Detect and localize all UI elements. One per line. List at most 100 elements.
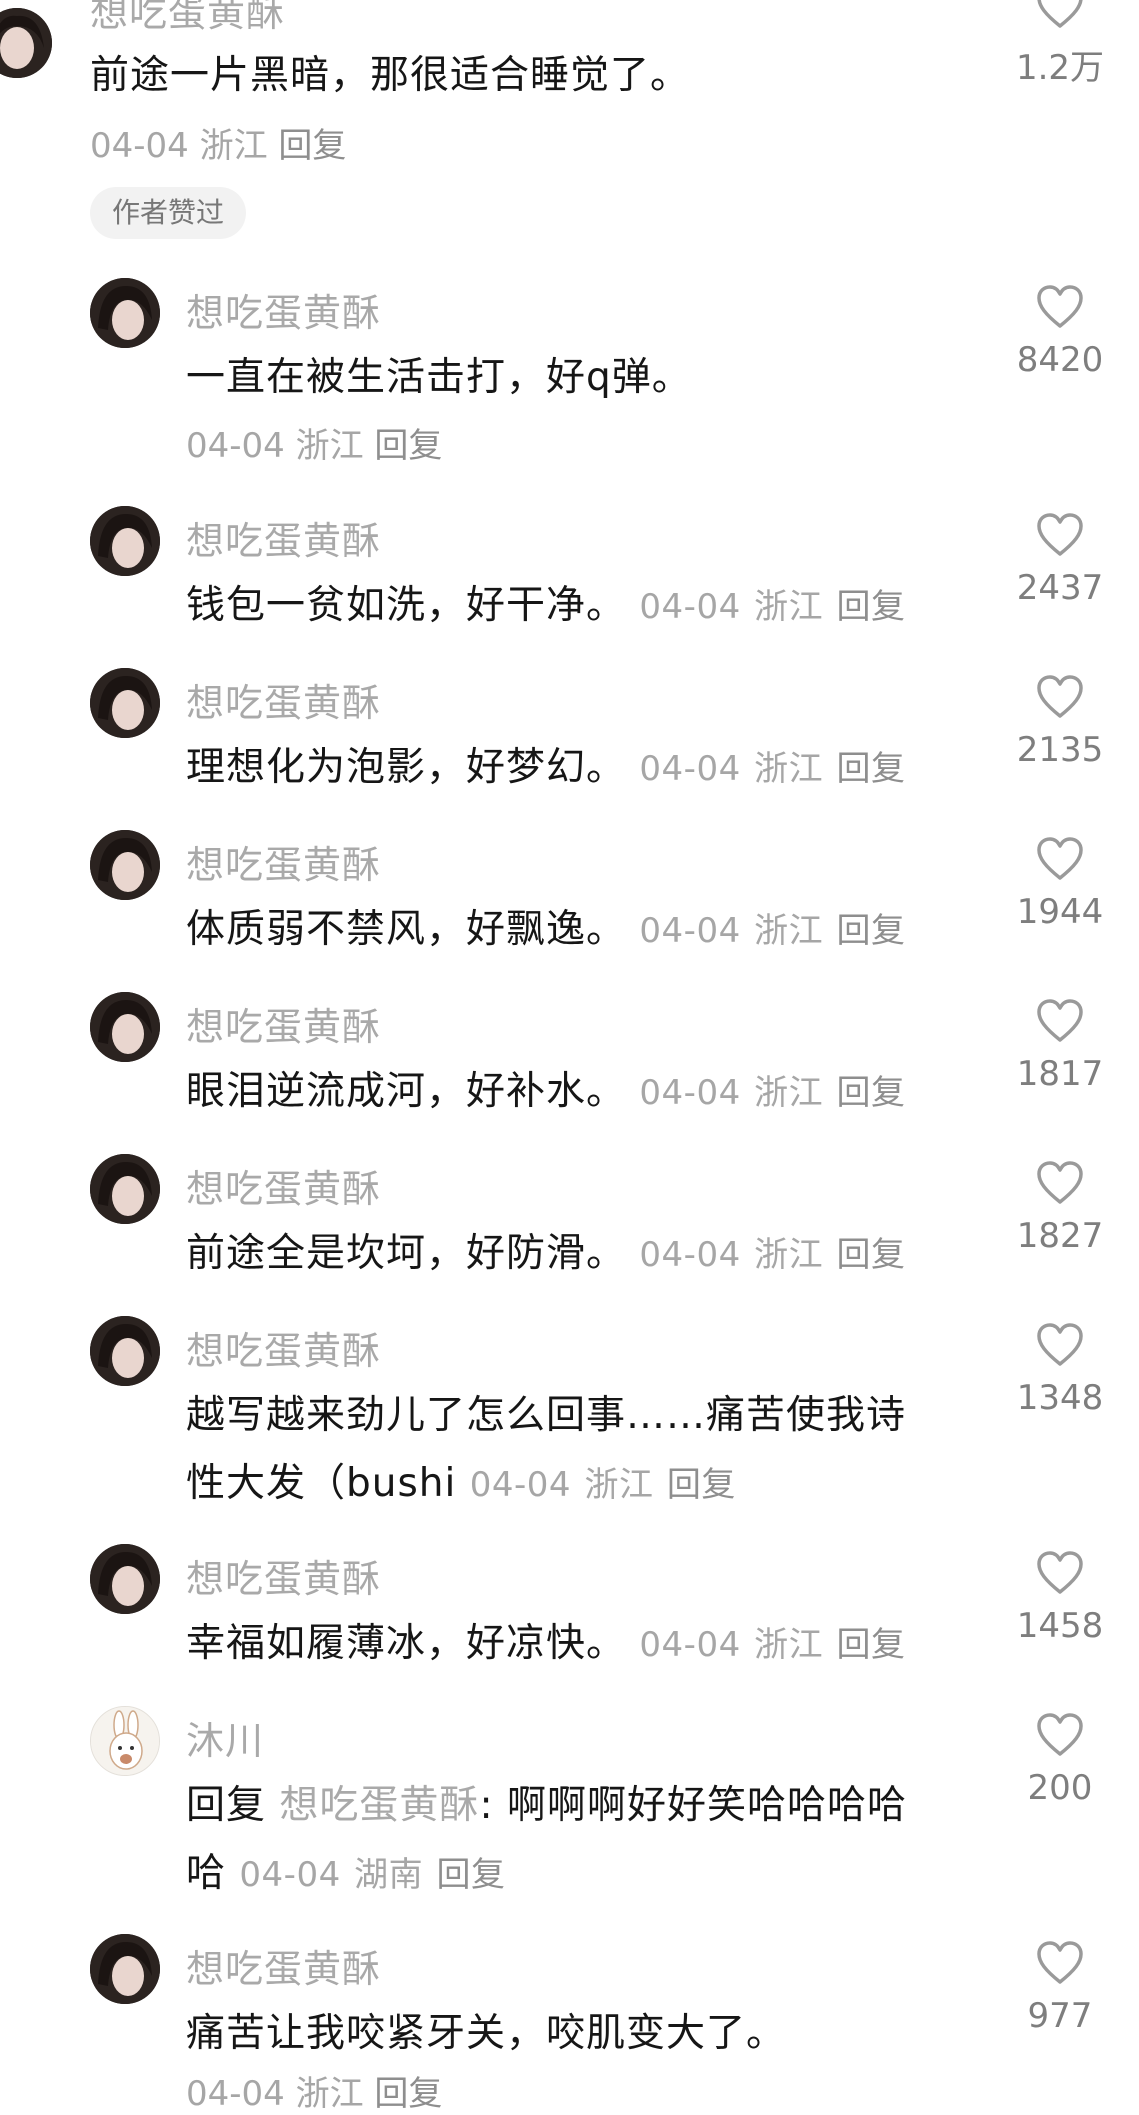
avatar[interactable] (90, 506, 160, 576)
heart-outline-icon (1037, 513, 1083, 556)
comment-date: 04-04 (639, 1625, 741, 1665)
reply-link[interactable]: 回复 (837, 1625, 906, 1665)
comment-text: 前途全是坎坷，好防滑。 04-04 浙江 回复 (186, 1222, 906, 1278)
comment-body: 体质弱不禁风，好飘逸。 (186, 907, 627, 952)
heart-outline-icon (1037, 837, 1083, 880)
reply-link[interactable]: 回复 (278, 126, 346, 166)
reply-link[interactable]: 回复 (837, 749, 906, 789)
like-count: 1.2万 (1015, 48, 1105, 88)
like-count: 1827 (1016, 1216, 1104, 1256)
comment-region: 浙江 (754, 1625, 824, 1665)
like-count: 1458 (1016, 1606, 1104, 1646)
avatar[interactable] (90, 1934, 160, 2004)
avatar[interactable] (0, 8, 52, 78)
reply-prefix: 回复 (186, 1783, 267, 1828)
like-button[interactable]: 8420 (995, 284, 1125, 380)
reply-link[interactable]: 回复 (437, 1855, 506, 1895)
comment-username[interactable]: 想吃蛋黄酥 (186, 996, 381, 1051)
comment-text: 越写越来劲儿了怎么回事……痛苦使我诗 (186, 1393, 907, 1438)
reply-link[interactable]: 回复 (837, 1073, 906, 1113)
comment-region: 浙江 (199, 126, 268, 166)
comment-username[interactable]: 想吃蛋黄酥 (186, 1548, 381, 1603)
comment-text: 回复 想吃蛋黄酥: 啊啊啊好好笑哈哈哈哈 (186, 1774, 907, 1830)
like-button[interactable]: 1348 (995, 1322, 1125, 1418)
comment-meta: 04-04 浙江 回复 (90, 118, 346, 167)
reply-link[interactable]: 回复 (667, 1465, 736, 1505)
reply-link[interactable]: 回复 (837, 911, 906, 951)
heart-outline-icon (1037, 1161, 1083, 1204)
like-button[interactable]: 1827 (995, 1160, 1125, 1256)
avatar[interactable] (90, 992, 160, 1062)
like-button[interactable]: 1817 (995, 998, 1125, 1094)
comment-text: 幸福如履薄冰，好凉快。 04-04 浙江 回复 (186, 1612, 906, 1668)
comment-region: 浙江 (584, 1465, 654, 1505)
heart-outline-icon (1037, 0, 1083, 28)
like-button[interactable]: 2437 (995, 512, 1125, 608)
like-button[interactable]: 1944 (995, 836, 1125, 932)
heart-outline-icon (1037, 675, 1083, 718)
reply-link[interactable]: 回复 (837, 587, 906, 627)
comment-text: 一直在被生活击打，好q弹。 (186, 355, 692, 400)
rabbit-avatar (91, 1707, 159, 1775)
avatar[interactable] (90, 1316, 160, 1386)
reply-to-username[interactable]: 想吃蛋黄酥 (279, 1783, 479, 1828)
comment-username[interactable]: 想吃蛋黄酥 (186, 282, 381, 337)
comment-body: 眼泪逆流成河，好补水。 (186, 1069, 627, 1114)
avatar[interactable] (90, 278, 160, 348)
comment-region: 浙江 (295, 426, 364, 466)
comment-text: 钱包一贫如洗，好干净。 04-04 浙江 回复 (186, 574, 906, 630)
like-button[interactable]: 1458 (995, 1550, 1125, 1646)
comment-date: 04-04 (90, 126, 189, 166)
comment-body: 哈 (186, 1851, 227, 1896)
comment-region: 浙江 (754, 911, 824, 951)
comment-region: 浙江 (754, 749, 824, 789)
comment-username[interactable]: 想吃蛋黄酥 (186, 834, 381, 889)
comment-date: 04-04 (639, 911, 741, 951)
reply-link[interactable]: 回复 (837, 1235, 906, 1275)
like-button[interactable]: 2135 (995, 674, 1125, 770)
comment-date: 04-04 (469, 1465, 572, 1505)
comment-body: 钱包一贫如洗，好干净。 (186, 583, 627, 628)
heart-outline-icon (1037, 285, 1083, 328)
comment-username[interactable]: 想吃蛋黄酥 (186, 672, 381, 727)
like-count: 2135 (1016, 730, 1104, 770)
reply-link[interactable]: 回复 (374, 2074, 442, 2114)
like-button[interactable]: 200 (995, 1712, 1125, 1808)
like-count: 8420 (1016, 340, 1104, 380)
comment-username[interactable]: 想吃蛋黄酥 (90, 0, 285, 37)
comment-body: 性大发（bushi (186, 1461, 457, 1506)
comment-text: 眼泪逆流成河，好补水。 04-04 浙江 回复 (186, 1060, 906, 1116)
comment-region: 浙江 (754, 1073, 824, 1113)
comment-username[interactable]: 想吃蛋黄酥 (186, 1158, 381, 1213)
comment-body: 前途全是坎坷，好防滑。 (186, 1231, 627, 1276)
comment-date: 04-04 (186, 426, 285, 466)
comment-region: 浙江 (754, 587, 824, 627)
avatar[interactable] (90, 1706, 160, 1776)
comment-username[interactable]: 想吃蛋黄酥 (186, 1320, 381, 1375)
like-count: 2437 (1016, 568, 1104, 608)
comment-username[interactable]: 沐川 (186, 1710, 264, 1765)
comment-body: 幸福如履薄冰，好凉快。 (186, 1621, 627, 1666)
like-count: 1348 (1016, 1378, 1104, 1418)
comment-region: 湖南 (354, 1855, 424, 1895)
avatar[interactable] (90, 668, 160, 738)
like-button[interactable]: 977 (995, 1940, 1125, 2036)
reply-link[interactable]: 回复 (374, 426, 442, 466)
comment-username[interactable]: 想吃蛋黄酥 (186, 510, 381, 565)
avatar[interactable] (90, 1154, 160, 1224)
comment-username[interactable]: 想吃蛋黄酥 (186, 1938, 381, 1993)
comment-date: 04-04 (639, 749, 741, 789)
comment-body: : 啊啊啊好好笑哈哈哈哈 (479, 1783, 907, 1828)
like-button[interactable]: 1.2万 (995, 0, 1125, 89)
comment-date: 04-04 (639, 587, 741, 627)
comment-date: 04-04 (239, 1855, 341, 1895)
like-count: 200 (1027, 1768, 1093, 1808)
comment-meta: 04-04 浙江 回复 (186, 418, 442, 467)
avatar[interactable] (90, 1544, 160, 1614)
comment-date: 04-04 (639, 1073, 741, 1113)
heart-outline-icon (1037, 1323, 1083, 1366)
avatar[interactable] (90, 830, 160, 900)
heart-outline-icon (1037, 1941, 1083, 1984)
comment-text: 理想化为泡影，好梦幻。 04-04 浙江 回复 (186, 736, 906, 792)
comment-meta: 04-04 浙江 回复 (186, 2066, 442, 2115)
